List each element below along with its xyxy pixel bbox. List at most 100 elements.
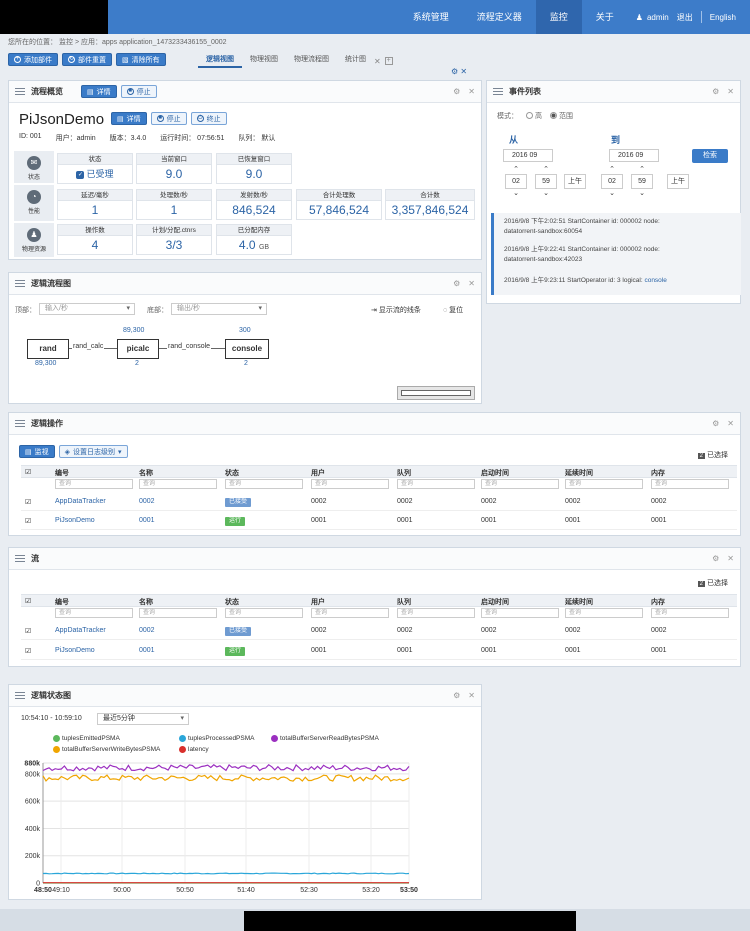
logout-link[interactable]: 退出 (677, 12, 693, 23)
legend-item[interactable]: tuplesEmittedPSMA (53, 735, 120, 742)
nav-monitor[interactable]: 监控 (535, 0, 582, 34)
dag-node-picalc[interactable]: picalc (117, 339, 159, 359)
col-start[interactable]: 启动时间 (481, 597, 509, 607)
filter-queue[interactable]: 查询 (397, 608, 475, 618)
mode-high-radio[interactable]: 高 (526, 111, 542, 121)
dag-minimap[interactable] (397, 386, 475, 400)
filter-user[interactable]: 查询 (311, 479, 389, 489)
drag-handle-icon[interactable] (15, 87, 25, 96)
drag-handle-icon[interactable] (15, 554, 25, 563)
nav-system-admin[interactable]: 系统管理 (399, 0, 463, 34)
table-row[interactable]: ☑ AppDataTracker 0002 已接受 0002 0002 0002… (21, 493, 737, 511)
from-date-input[interactable]: 2016 09 (503, 149, 553, 162)
cell-id[interactable]: AppDataTracker (55, 498, 106, 505)
filter-id[interactable]: 查询 (55, 608, 133, 618)
close-icon[interactable]: ✕ (468, 279, 475, 288)
add-widget-button[interactable]: + 添加部件 (8, 53, 58, 66)
col-id[interactable]: 编号 (55, 597, 69, 607)
col-state[interactable]: 状态 (225, 468, 239, 478)
set-log-level-button[interactable]: ◈ 设置日志级别 ▾ (58, 445, 128, 458)
overview-stop-button[interactable]: ■ 停止 (120, 85, 157, 98)
to-min-spinner[interactable]: ⌃ 59 ⌄ (631, 165, 653, 198)
tab-physical-view[interactable]: 物理视图 (242, 54, 286, 68)
legend-item[interactable]: latency (179, 746, 209, 753)
filter-start[interactable]: 查询 (481, 608, 559, 618)
event-item[interactable]: 2016/9/8 上午9:23:11 StartOperator id: 3 l… (491, 269, 741, 295)
col-user[interactable]: 用户 (311, 597, 325, 607)
chevron-up-icon[interactable]: ⌃ (535, 165, 557, 174)
filter-start[interactable]: 查询 (481, 479, 559, 489)
col-user[interactable]: 用户 (311, 468, 325, 478)
bottom-metric-select[interactable]: 输出/秒 (171, 303, 267, 315)
close-icon[interactable]: ✕ (727, 419, 734, 428)
clear-all-button[interactable]: ▧ 清除所有 (116, 53, 166, 66)
nav-about[interactable]: 关于 (582, 0, 628, 34)
drag-handle-icon[interactable] (15, 691, 25, 700)
tab-logical-view[interactable]: 逻辑视图 (198, 54, 242, 68)
to-min-value[interactable]: 59 (631, 174, 653, 189)
filter-duration[interactable]: 查询 (565, 479, 643, 489)
cell-name[interactable]: 0001 (139, 517, 155, 524)
filter-name[interactable]: 查询 (139, 608, 217, 618)
filter-duration[interactable]: 查询 (565, 608, 643, 618)
cell-name[interactable]: 0002 (139, 627, 155, 634)
col-name[interactable]: 名称 (139, 468, 153, 478)
reset-toggle[interactable]: ◌ 复位 (443, 305, 463, 315)
user-menu[interactable]: ♟ admin 退出 (628, 12, 701, 23)
cell-id[interactable]: PiJsonDemo (55, 647, 95, 654)
monitor-button[interactable]: ▤ 监视 (19, 445, 55, 458)
legend-item[interactable]: totalBufferServerReadBytesPSMA (271, 735, 379, 742)
gear-icon[interactable]: ⚙ (712, 554, 719, 563)
gear-icon[interactable]: ⚙ (453, 279, 460, 288)
col-name[interactable]: 名称 (139, 597, 153, 607)
col-duration[interactable]: 延续时间 (565, 597, 593, 607)
gear-icon[interactable]: ⚙ (453, 87, 460, 96)
filter-state[interactable]: 查询 (225, 479, 303, 489)
from-ampm[interactable]: 上午 (564, 174, 586, 189)
language-switch[interactable]: English (702, 13, 744, 22)
col-memory[interactable]: 内存 (651, 468, 665, 478)
event-item[interactable]: 2016/9/8 下午2:02:51 StartContainer id: 00… (491, 213, 741, 241)
filter-memory[interactable]: 查询 (651, 479, 729, 489)
cell-id[interactable]: AppDataTracker (55, 627, 106, 634)
select-all-checkbox[interactable]: ☑ (25, 597, 31, 605)
row-checkbox[interactable]: ☑ (25, 498, 31, 506)
filter-state[interactable]: 查询 (225, 608, 303, 618)
close-icon[interactable]: ✕ (468, 87, 475, 96)
add-tab-icon[interactable]: + (384, 57, 393, 65)
show-streams-toggle[interactable]: ⇥ 显示流的线条 (371, 305, 421, 315)
cell-id[interactable]: PiJsonDemo (55, 517, 95, 524)
to-hour-spinner[interactable]: ⌃ 02 ⌄ (601, 165, 623, 198)
chevron-up-icon[interactable]: ⌃ (505, 165, 527, 174)
col-memory[interactable]: 内存 (651, 597, 665, 607)
event-link[interactable]: console (644, 277, 666, 284)
drag-handle-icon[interactable] (493, 87, 503, 96)
table-row[interactable]: ☑ PiJsonDemo 0001 运行 0001 0001 0001 0001… (21, 642, 737, 660)
to-date-input[interactable]: 2016 09 (609, 149, 659, 162)
filter-name[interactable]: 查询 (139, 479, 217, 489)
chevron-down-icon[interactable]: ⌄ (535, 189, 557, 198)
chevron-down-icon[interactable]: ⌄ (505, 189, 527, 198)
col-id[interactable]: 编号 (55, 468, 69, 478)
close-icon[interactable]: ✕ (727, 87, 734, 96)
legend-item[interactable]: totalBufferServerWriteBytesPSMA (53, 746, 160, 753)
filter-user[interactable]: 查询 (311, 608, 389, 618)
close-tab-icon[interactable]: ✕ (374, 57, 381, 66)
legend-item[interactable]: tuplesProcessedPSMA (179, 735, 254, 742)
tab-stats[interactable]: 统计图 (337, 54, 374, 68)
app-detail-button[interactable]: ▤ 详情 (111, 112, 147, 125)
from-hour-value[interactable]: 02 (505, 174, 527, 189)
event-item[interactable]: 2016/9/8 上午9:22:41 StartContainer id: 00… (491, 241, 741, 269)
from-hour-spinner[interactable]: ⌃ 02 ⌄ (505, 165, 527, 198)
col-queue[interactable]: 队列 (397, 597, 411, 607)
chevron-down-icon[interactable]: ⌄ (631, 189, 653, 198)
top-metric-select[interactable]: 输入/秒 (39, 303, 135, 315)
gear-icon[interactable]: ⚙ (712, 419, 719, 428)
table-row[interactable]: ☑ AppDataTracker 0002 已接受 0002 0002 0002… (21, 622, 737, 640)
col-duration[interactable]: 延续时间 (565, 468, 593, 478)
minimap-viewport[interactable] (401, 390, 471, 396)
app-kill-button[interactable]: ⏻ 终止 (190, 112, 227, 125)
reset-widgets-button[interactable]: ↻ 部件重置 (62, 53, 112, 66)
row-checkbox[interactable]: ☑ (25, 647, 31, 655)
filter-id[interactable]: 查询 (55, 479, 133, 489)
